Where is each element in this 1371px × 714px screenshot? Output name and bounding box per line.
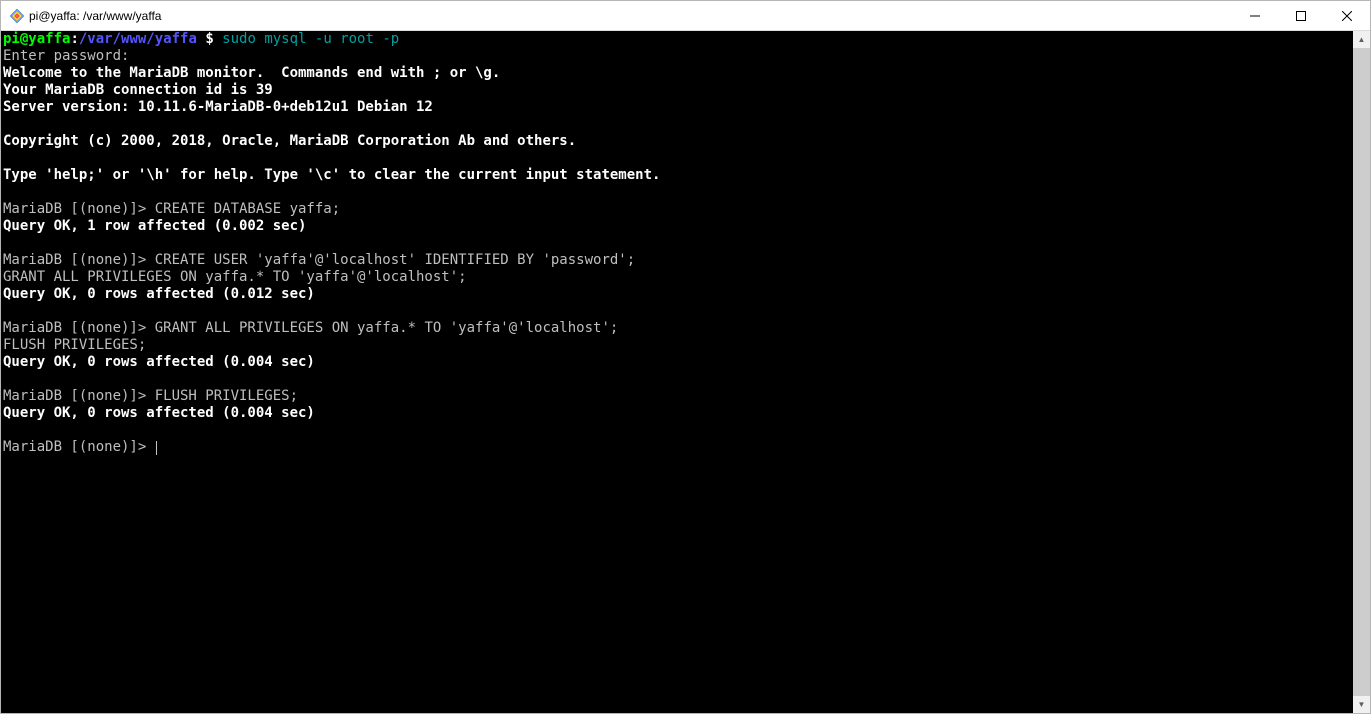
app-icon (1, 8, 27, 24)
sql-command: CREATE USER 'yaffa'@'localhost' IDENTIFI… (155, 252, 635, 268)
query-result: Query OK, 0 rows affected (0.004 sec) (3, 354, 315, 370)
maximize-button[interactable] (1278, 1, 1324, 30)
text-cursor (156, 441, 157, 455)
vertical-scrollbar[interactable]: ▲ ▼ (1353, 31, 1370, 713)
query-result: Query OK, 0 rows affected (0.012 sec) (3, 286, 315, 302)
sql-command: FLUSH PRIVILEGES; (155, 388, 298, 404)
scroll-down-arrow-icon[interactable]: ▼ (1353, 696, 1370, 713)
scroll-up-arrow-icon[interactable]: ▲ (1353, 31, 1370, 48)
db-prompt: MariaDB [(none)]> (3, 201, 155, 217)
query-result: Query OK, 1 row affected (0.002 sec) (3, 218, 306, 234)
term-line: Server version: 10.11.6-MariaDB-0+deb12u… (3, 99, 433, 115)
sql-command: FLUSH PRIVILEGES; (3, 337, 146, 353)
content-area: pi@yaffa:/var/www/yaffa $ sudo mysql -u … (1, 31, 1370, 713)
shell-command: sudo mysql -u root -p (214, 31, 399, 47)
prompt-user-host: pi@yaffa (3, 31, 70, 47)
term-line: Type 'help;' or '\h' for help. Type '\c'… (3, 167, 660, 183)
window-title: pi@yaffa: /var/www/yaffa (27, 9, 161, 23)
terminal[interactable]: pi@yaffa:/var/www/yaffa $ sudo mysql -u … (1, 31, 1353, 713)
sql-command: GRANT ALL PRIVILEGES ON yaffa.* TO 'yaff… (155, 320, 619, 336)
prompt-sep: : (70, 31, 78, 47)
sql-command: CREATE DATABASE yaffa; (155, 201, 340, 217)
prompt-path: /var/www/yaffa (79, 31, 197, 47)
term-line: Copyright (c) 2000, 2018, Oracle, MariaD… (3, 133, 576, 149)
close-button[interactable] (1324, 1, 1370, 30)
titlebar[interactable]: pi@yaffa: /var/www/yaffa (1, 1, 1370, 31)
sql-command: GRANT ALL PRIVILEGES ON yaffa.* TO 'yaff… (3, 269, 467, 285)
term-line: Enter password: (3, 48, 129, 64)
db-prompt: MariaDB [(none)]> (3, 252, 155, 268)
term-line: Your MariaDB connection id is 39 (3, 82, 273, 98)
window-controls (1232, 1, 1370, 30)
app-window: pi@yaffa: /var/www/yaffa pi@yaffa:/var/w… (0, 0, 1371, 714)
db-prompt: MariaDB [(none)]> (3, 439, 155, 455)
term-line: Welcome to the MariaDB monitor. Commands… (3, 65, 500, 81)
db-prompt: MariaDB [(none)]> (3, 388, 155, 404)
prompt-dollar: $ (197, 31, 214, 47)
scroll-thumb[interactable] (1353, 48, 1370, 696)
minimize-button[interactable] (1232, 1, 1278, 30)
db-prompt: MariaDB [(none)]> (3, 320, 155, 336)
query-result: Query OK, 0 rows affected (0.004 sec) (3, 405, 315, 421)
